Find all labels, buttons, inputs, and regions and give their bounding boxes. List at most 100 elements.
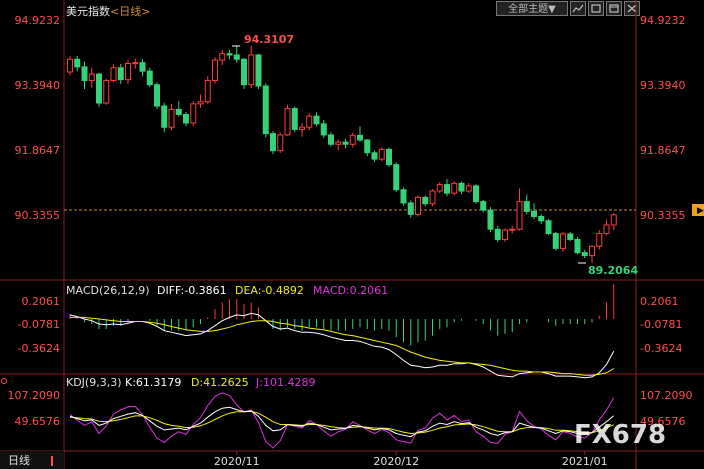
candle-body (255, 54, 262, 87)
candle-body (175, 108, 182, 115)
candlestick-series (67, 46, 617, 263)
candle-body (270, 133, 276, 152)
candle-body (197, 101, 204, 105)
price-label-right: 94.9232 (640, 14, 686, 27)
kdj-lines (69, 392, 615, 449)
candle-body (190, 103, 197, 124)
candle-body (487, 209, 494, 230)
candle-body (444, 184, 450, 194)
candle-body (277, 134, 284, 152)
candle-body (96, 73, 102, 104)
candle-body (422, 196, 429, 205)
price-label-left: 91.8647 (15, 144, 61, 157)
price-label-right: 93.3940 (640, 79, 686, 92)
kdj-label-left: 107.2090 (8, 389, 61, 402)
candle-body (603, 224, 610, 235)
candle-body (451, 182, 458, 194)
candle-body (81, 66, 88, 81)
price-label-left: 90.3355 (15, 209, 61, 222)
kdj-k-value: K:61.3179 (125, 376, 181, 389)
candle-body (502, 229, 508, 240)
candle-body (531, 210, 537, 218)
candle-body (342, 141, 349, 145)
candle-body (610, 214, 617, 226)
candle-body (313, 115, 320, 125)
macd-title: MACD(26,12,9) (66, 284, 150, 297)
macd-label-left: -0.0781 (18, 318, 60, 331)
candle-body (320, 123, 327, 136)
candle-body (596, 233, 603, 247)
kdj-j-value: J:101.4289 (255, 376, 315, 389)
chart-canvas[interactable]: 94.9232 93.3940 91.8647 90.3355 94.9232 … (0, 0, 704, 469)
candle-body (552, 233, 559, 249)
candle-body (574, 238, 581, 254)
candle-body (132, 62, 139, 65)
date-tick-label: 2021/01 (562, 455, 608, 468)
candle-body (436, 184, 443, 192)
candle-body (233, 54, 240, 60)
candle-body (306, 115, 313, 128)
candle-body (357, 134, 363, 141)
candle-body (262, 85, 269, 135)
candle-body (161, 105, 168, 128)
kdj-k-line (69, 406, 615, 438)
candle-body (349, 134, 356, 145)
watermark-logo: FX678 (574, 420, 666, 450)
macd-dea-line (70, 316, 615, 376)
candle-body (516, 201, 523, 230)
candle-body (560, 233, 566, 249)
candle-body (538, 216, 545, 222)
macd-label-right: -0.0781 (640, 318, 682, 331)
macd-label-left: -0.3624 (18, 342, 60, 355)
candle-body (429, 190, 436, 205)
candle-body (328, 134, 334, 145)
candle-body (117, 67, 124, 81)
candle-body (125, 62, 131, 81)
candle-body (364, 139, 371, 154)
macd-label-left: 0.2061 (22, 295, 61, 308)
candle-body (212, 59, 218, 81)
candle-body (168, 108, 175, 128)
date-tick-label: 2020/11 (214, 455, 260, 468)
date-axis: 2020/11 2020/12 2021/01 (214, 451, 608, 468)
price-label-left: 94.9232 (15, 14, 61, 27)
candle-body (67, 58, 73, 73)
candle-body (226, 53, 233, 56)
kdj-label-right: 107.2090 (640, 389, 693, 402)
candle-body (393, 164, 400, 191)
candle-body (154, 84, 160, 107)
price-label-left: 93.3940 (15, 79, 61, 92)
kdj-label-left: 49.6576 (15, 415, 61, 428)
candle-body (400, 189, 407, 204)
candle-body (494, 228, 501, 240)
candle-body (88, 73, 95, 81)
candle-body (291, 108, 298, 130)
candle-body (219, 53, 226, 61)
low-marker-label: 89.2064 (588, 264, 638, 277)
kdj-settings-icon[interactable] (1, 378, 7, 384)
candle-body (581, 252, 588, 257)
price-label-right: 91.8647 (640, 144, 686, 157)
candle-body (371, 152, 378, 160)
candle-body (545, 220, 552, 235)
candle-body (386, 148, 392, 166)
chart-screen: 美元指数<日线> 全部主题▼ 94.9232 93.3940 91.8647 9… (0, 0, 704, 469)
candle-body (110, 67, 117, 81)
period-tab[interactable]: 日线 (8, 453, 30, 467)
candle-body (146, 70, 153, 86)
price-label-right: 90.3355 (640, 209, 686, 222)
macd-label-right: 0.2061 (640, 295, 679, 308)
candle-body (139, 62, 146, 72)
high-marker-label: 94.3107 (244, 33, 294, 46)
candle-body (480, 201, 487, 211)
candle-body (378, 148, 385, 160)
macd-label-right: -0.3624 (640, 342, 682, 355)
candle-body (473, 185, 479, 203)
candle-body (74, 58, 81, 68)
kdj-title: KDJ(9,3,3) (66, 376, 122, 389)
candle-body (465, 185, 472, 192)
date-tick-label: 2020/12 (373, 455, 419, 468)
macd-macd-value: MACD:0.2061 (313, 284, 388, 297)
candle-body (415, 196, 421, 215)
candle-body (458, 182, 465, 192)
